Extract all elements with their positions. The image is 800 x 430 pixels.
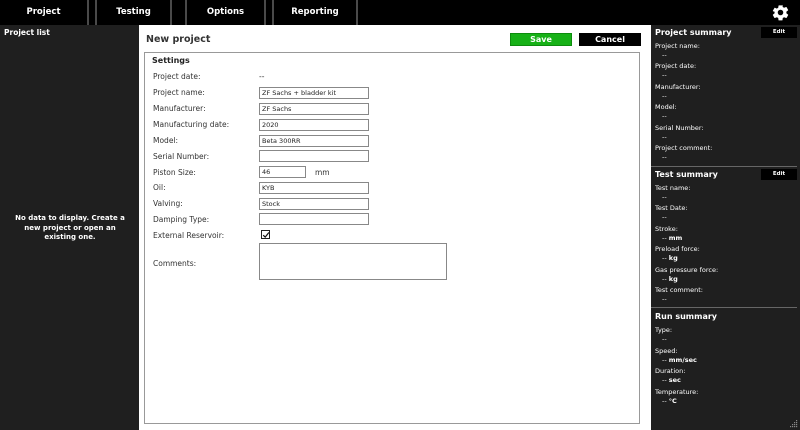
run-summary-title: Run summary xyxy=(655,312,718,321)
summary-value-number: -- xyxy=(662,397,667,405)
tab-options[interactable]: Options xyxy=(185,0,266,25)
oil-label: Oil: xyxy=(153,183,166,192)
summary-label: Project date: xyxy=(655,62,697,70)
summary-value: -- xyxy=(662,213,667,221)
comments-label: Comments: xyxy=(153,259,197,268)
summary-value: -- kg xyxy=(662,275,678,283)
damping-type-label: Damping Type: xyxy=(153,215,210,224)
piston-size-input[interactable]: 46 xyxy=(259,166,306,178)
summary-unit: mm xyxy=(668,234,683,242)
summary-panel: Project summary Edit Project name: -- Pr… xyxy=(651,25,800,430)
manufacturing-date-label: Manufacturing date: xyxy=(153,120,230,129)
summary-label: Type: xyxy=(655,326,673,334)
summary-value: -- xyxy=(662,112,667,120)
summary-unit: °C xyxy=(668,397,677,405)
external-reservoir-checkbox[interactable] xyxy=(261,230,270,239)
tab-project[interactable]: Project xyxy=(0,0,89,25)
project-list-panel: Project list No data to display. Create … xyxy=(0,25,139,430)
damping-type-input[interactable] xyxy=(259,213,369,225)
piston-size-label: Piston Size: xyxy=(153,168,196,177)
summary-value-number: -- xyxy=(662,234,667,242)
top-nav: Project Testing Options Reporting xyxy=(0,0,800,25)
summary-value: -- xyxy=(662,153,667,161)
summary-value: -- °C xyxy=(662,397,677,405)
tab-testing[interactable]: Testing xyxy=(95,0,172,25)
summary-value: -- xyxy=(662,133,667,141)
project-date-value: -- xyxy=(259,72,265,81)
summary-value: -- kg xyxy=(662,254,678,262)
summary-label: Temperature: xyxy=(655,388,699,396)
summary-unit: kg xyxy=(668,254,678,262)
manufacturer-input[interactable]: ZF Sachs xyxy=(259,103,369,115)
summary-value: -- sec xyxy=(662,376,681,384)
summary-label: Duration: xyxy=(655,367,686,375)
summary-label: Project name: xyxy=(655,42,700,50)
manufacturer-label: Manufacturer: xyxy=(153,104,206,113)
serial-number-input[interactable] xyxy=(259,150,369,162)
tab-reporting[interactable]: Reporting xyxy=(272,0,358,25)
summary-label: Model: xyxy=(655,103,677,111)
summary-value: -- xyxy=(662,295,667,303)
summary-value-number: -- xyxy=(662,376,667,384)
divider xyxy=(651,307,797,308)
summary-value-number: -- xyxy=(662,356,667,364)
page-title: New project xyxy=(146,34,211,45)
project-date-label: Project date: xyxy=(153,72,201,81)
settings-title: Settings xyxy=(152,56,190,65)
summary-unit: sec xyxy=(668,376,681,384)
cancel-button[interactable]: Cancel xyxy=(579,33,641,46)
external-reservoir-label: External Reservoir: xyxy=(153,231,225,240)
summary-value-number: -- xyxy=(662,254,667,262)
summary-value: -- xyxy=(662,92,667,100)
test-summary-title: Test summary xyxy=(655,170,718,179)
settings-panel: Settings Project date: -- Project name: … xyxy=(144,52,640,424)
save-button[interactable]: Save xyxy=(510,33,572,46)
summary-label: Stroke: xyxy=(655,225,678,233)
oil-input[interactable]: KYB xyxy=(259,182,369,194)
model-input[interactable]: Beta 300RR xyxy=(259,135,369,147)
project-list-title: Project list xyxy=(4,28,50,37)
divider xyxy=(651,166,797,167)
project-name-label: Project name: xyxy=(153,88,205,97)
summary-value-number: -- xyxy=(662,275,667,283)
summary-label: Speed: xyxy=(655,347,678,355)
summary-value: -- xyxy=(662,51,667,59)
valving-label: Valving: xyxy=(153,199,183,208)
summary-value: -- xyxy=(662,335,667,343)
serial-number-label: Serial Number: xyxy=(153,152,210,161)
summary-unit: mm/sec xyxy=(668,356,697,364)
piston-size-unit: mm xyxy=(315,168,330,177)
valving-input[interactable]: Stock xyxy=(259,198,369,210)
main-content: New project Save Cancel Settings Project… xyxy=(139,25,651,430)
summary-unit: kg xyxy=(668,275,678,283)
summary-label: Test comment: xyxy=(655,286,703,294)
comments-textarea[interactable] xyxy=(259,243,447,280)
summary-label: Manufacturer: xyxy=(655,83,701,91)
manufacturing-date-input[interactable]: 2020 xyxy=(259,119,369,131)
project-summary-edit-button[interactable]: Edit xyxy=(761,27,797,38)
summary-label: Gas pressure force: xyxy=(655,266,719,274)
summary-label: Project comment: xyxy=(655,144,713,152)
summary-value: -- mm xyxy=(662,234,682,242)
project-summary-title: Project summary xyxy=(655,28,732,37)
summary-label: Test name: xyxy=(655,184,691,192)
summary-label: Test Date: xyxy=(655,204,688,212)
checkmark-icon xyxy=(262,232,270,238)
summary-value: -- mm/sec xyxy=(662,356,697,364)
model-label: Model: xyxy=(153,136,179,145)
summary-label: Preload force: xyxy=(655,245,700,253)
summary-value: -- xyxy=(662,71,667,79)
empty-state-message: No data to display. Create a new project… xyxy=(15,214,125,241)
summary-value: -- xyxy=(662,193,667,201)
gear-icon[interactable] xyxy=(771,3,790,22)
summary-label: Serial Number: xyxy=(655,124,704,132)
resize-grip-icon[interactable] xyxy=(788,418,798,428)
project-name-input[interactable]: ZF Sachs + bladder kit xyxy=(259,87,369,99)
test-summary-edit-button[interactable]: Edit xyxy=(761,169,797,180)
